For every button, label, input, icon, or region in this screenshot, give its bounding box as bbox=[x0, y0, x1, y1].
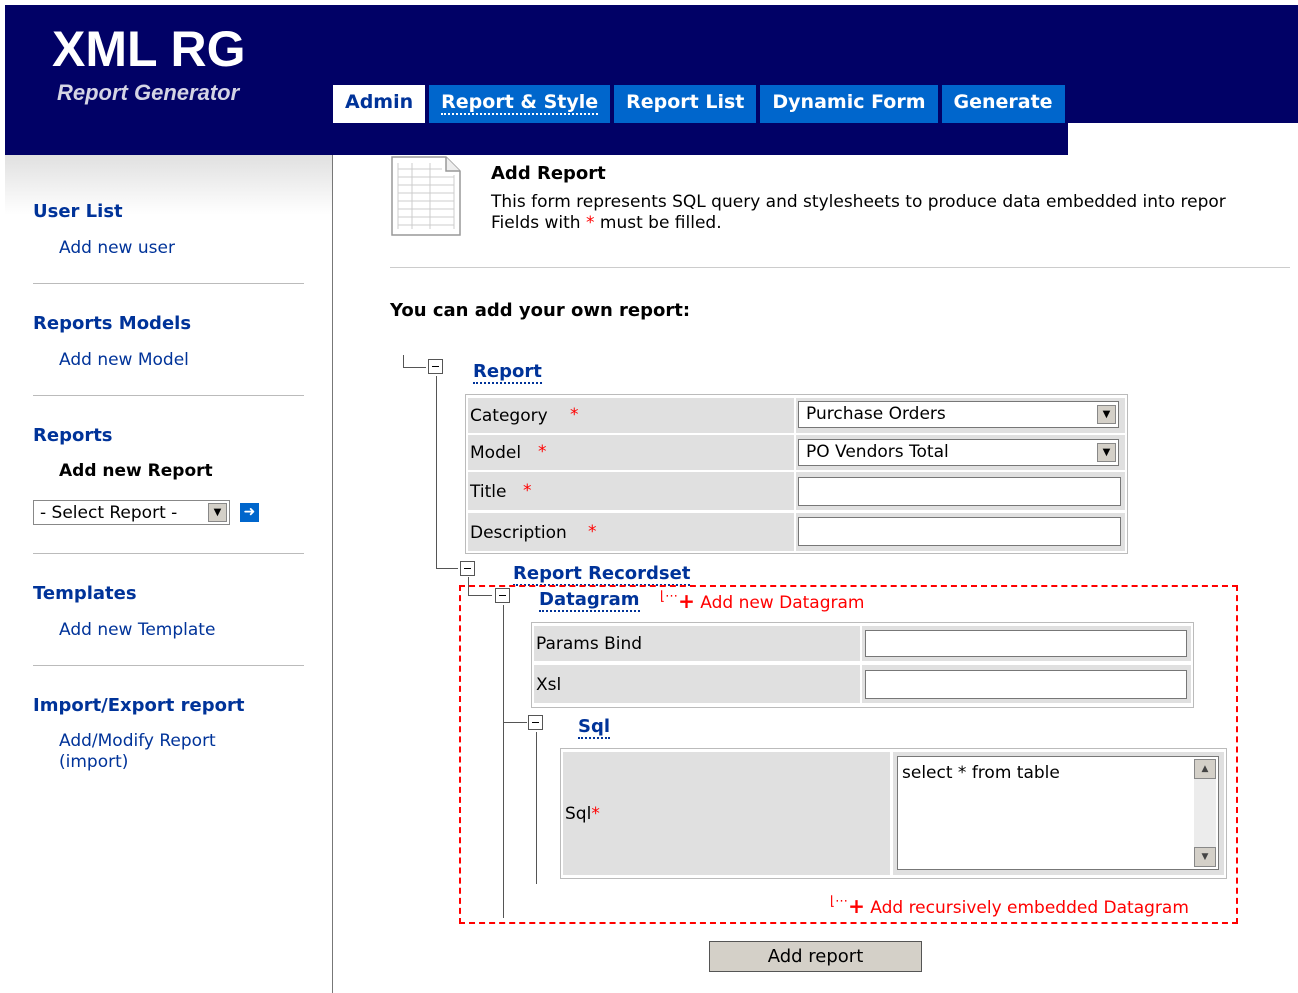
add-modify-report-link[interactable]: Add/Modify Report bbox=[59, 731, 216, 751]
collapse-sql-icon[interactable] bbox=[528, 715, 543, 730]
select-report-dropdown[interactable]: - Select Report - ▼ bbox=[33, 500, 230, 525]
add-report-button[interactable]: Add report bbox=[709, 941, 922, 972]
add-new-datagram-link[interactable]: ⌊⋯+ Add new Datagram bbox=[660, 589, 864, 613]
add-new-user-link[interactable]: Add new user bbox=[59, 238, 175, 258]
collapse-recordset-icon[interactable] bbox=[460, 561, 475, 576]
collapse-report-icon[interactable] bbox=[428, 359, 443, 374]
sql-textarea[interactable]: select * from table ▲ ▼ bbox=[897, 756, 1219, 870]
xsl-input[interactable] bbox=[865, 670, 1187, 699]
divider bbox=[33, 665, 304, 666]
spreadsheet-document-icon bbox=[391, 156, 461, 236]
sql-label-cell: Sql* bbox=[563, 752, 890, 875]
sql-node-label[interactable]: Sql bbox=[578, 717, 611, 739]
params-bind-label-cell: Params Bind bbox=[534, 626, 860, 661]
sidebar bbox=[5, 155, 333, 993]
chevron-down-icon: ▼ bbox=[208, 503, 227, 522]
divider bbox=[390, 267, 1290, 268]
add-embedded-datagram-link[interactable]: ⌊⋯+ Add recursively embedded Datagram bbox=[830, 894, 1189, 918]
scroll-up-icon[interactable]: ▲ bbox=[1194, 759, 1216, 779]
tab-report-style[interactable]: Report & Style bbox=[429, 85, 611, 123]
datagram-node-label[interactable]: Datagram bbox=[539, 590, 640, 612]
go-arrow-icon[interactable]: ➜ bbox=[240, 503, 259, 522]
add-modify-report-link-import[interactable]: (import) bbox=[59, 752, 128, 772]
intro-text: You can add your own report: bbox=[390, 300, 691, 321]
sidebar-heading-templates[interactable]: Templates bbox=[33, 583, 137, 604]
add-new-report-current: Add new Report bbox=[59, 461, 213, 481]
tree-branch-icon: ⌊⋯ bbox=[830, 894, 849, 909]
page-title: Add Report bbox=[491, 163, 606, 184]
title-label-cell: Title * bbox=[468, 472, 794, 510]
tab-admin[interactable]: Admin bbox=[333, 85, 426, 123]
page-description: This form represents SQL query and style… bbox=[491, 192, 1226, 233]
app-title: XML RG bbox=[52, 21, 246, 77]
app-subtitle: Report Generator bbox=[57, 80, 240, 105]
chevron-down-icon: ▼ bbox=[1097, 443, 1116, 462]
model-label-cell: Model * bbox=[468, 435, 794, 470]
collapse-datagram-icon[interactable] bbox=[495, 588, 510, 603]
tab-report-list[interactable]: Report List bbox=[614, 85, 757, 123]
model-select[interactable]: PO Vendors Total ▼ bbox=[798, 439, 1119, 466]
sidebar-heading-reports[interactable]: Reports bbox=[33, 425, 113, 446]
description-input[interactable] bbox=[798, 517, 1121, 546]
chevron-down-icon: ▼ bbox=[1097, 405, 1116, 424]
params-bind-input[interactable] bbox=[865, 630, 1187, 657]
xsl-label-cell: Xsl bbox=[534, 665, 860, 703]
divider bbox=[33, 553, 304, 554]
scroll-down-icon[interactable]: ▼ bbox=[1194, 847, 1216, 867]
report-node-label[interactable]: Report bbox=[473, 362, 542, 384]
plus-icon: + bbox=[678, 589, 695, 613]
sidebar-heading-import-export[interactable]: Import/Export report bbox=[33, 695, 244, 716]
title-input[interactable] bbox=[798, 477, 1121, 506]
tab-generate[interactable]: Generate bbox=[941, 85, 1065, 123]
add-new-model-link[interactable]: Add new Model bbox=[59, 350, 189, 370]
tab-bar: Admin Report & Style Report List Dynamic… bbox=[333, 85, 1069, 123]
plus-icon: + bbox=[848, 894, 865, 918]
divider bbox=[33, 283, 304, 284]
sidebar-heading-user-list[interactable]: User List bbox=[33, 201, 123, 222]
category-label-cell: Category * bbox=[468, 398, 794, 433]
add-new-template-link[interactable]: Add new Template bbox=[59, 620, 215, 640]
category-select[interactable]: Purchase Orders ▼ bbox=[798, 401, 1119, 428]
sidebar-heading-reports-models[interactable]: Reports Models bbox=[33, 313, 191, 334]
tab-dynamic-form[interactable]: Dynamic Form bbox=[760, 85, 938, 123]
recordset-node-label[interactable]: Report Recordset bbox=[513, 564, 691, 586]
tree-branch-icon: ⌊⋯ bbox=[660, 589, 679, 604]
description-label-cell: Description * bbox=[468, 513, 794, 551]
divider bbox=[33, 395, 304, 396]
